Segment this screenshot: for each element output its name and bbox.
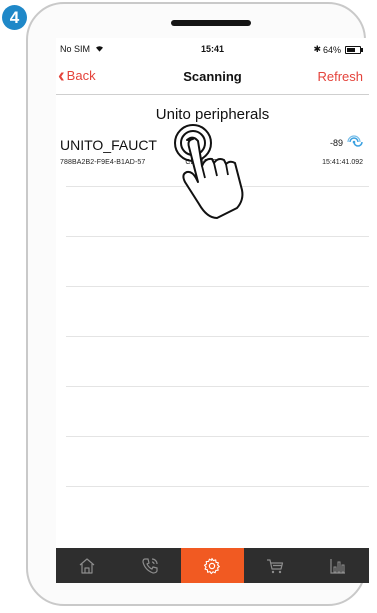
refresh-button[interactable]: Refresh bbox=[317, 69, 363, 84]
device-rssi: -89 bbox=[329, 138, 343, 148]
list-separator bbox=[66, 186, 369, 236]
phone-icon bbox=[142, 557, 158, 574]
list-separator bbox=[66, 436, 369, 486]
tab-phone[interactable] bbox=[119, 548, 182, 583]
empty-list-rows bbox=[66, 186, 369, 536]
bluetooth-icon: ✱ bbox=[313, 44, 321, 54]
tab-bar bbox=[56, 548, 369, 583]
list-separator bbox=[66, 386, 369, 436]
battery-percent: 64% bbox=[322, 44, 341, 55]
list-separator bbox=[66, 286, 369, 336]
list-separator bbox=[66, 336, 369, 386]
tab-statistics[interactable] bbox=[306, 548, 369, 583]
home-icon bbox=[79, 557, 95, 574]
tab-home[interactable] bbox=[56, 548, 119, 583]
list-separator bbox=[66, 486, 369, 536]
bar-chart-icon bbox=[330, 558, 345, 574]
phone-speaker bbox=[171, 20, 251, 26]
navigation-bar: ‹ Back Scanning Refresh bbox=[56, 60, 369, 95]
uuid-end: CB2B72FE bbox=[185, 159, 222, 166]
phone-screen: No SIM 15:41 ✱ 64% ‹ Back Scanning Refres… bbox=[56, 38, 369, 583]
step-number-badge: 4 bbox=[2, 5, 27, 30]
status-bar: No SIM 15:41 ✱ 64% bbox=[56, 38, 369, 58]
device-name: UNITO_FAUCT bbox=[60, 137, 157, 153]
signal-strength-icon bbox=[347, 135, 363, 147]
status-right: ✱ 64% bbox=[313, 44, 363, 55]
device-uuid: 788BA2B2-F9E4-B1AD-57 CB2B72FE bbox=[60, 159, 221, 166]
tab-cart[interactable] bbox=[244, 548, 307, 583]
gear-icon bbox=[204, 557, 221, 574]
section-header: Unito peripherals bbox=[155, 106, 270, 123]
device-timestamp: 15:41:41.092 bbox=[322, 159, 363, 166]
tab-settings[interactable] bbox=[181, 548, 244, 583]
device-list-item[interactable]: UNITO_FAUCT -89 788BA2B2-F9E4-B1AD-57 CB2… bbox=[56, 130, 369, 186]
uuid-start: 788BA2B2-F9E4-B1AD-57 bbox=[60, 159, 146, 166]
cart-icon bbox=[267, 558, 284, 573]
battery-icon bbox=[345, 45, 363, 54]
list-separator bbox=[66, 236, 369, 286]
